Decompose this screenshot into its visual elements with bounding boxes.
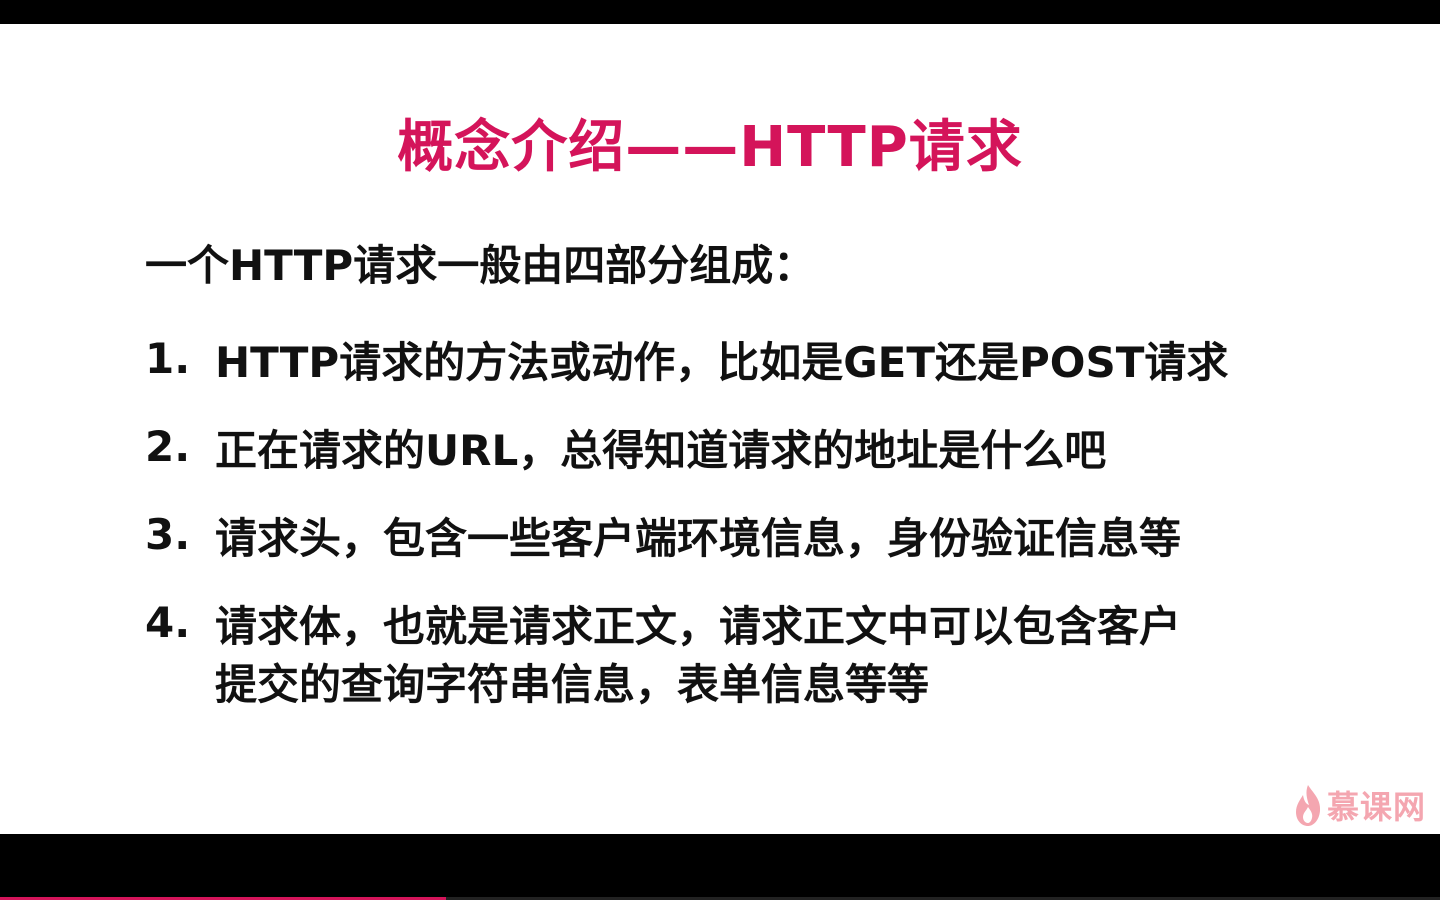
item-text: 正在请求的URL，总得知道请求的地址是什么吧: [215, 426, 1107, 475]
slide: 概念介绍——HTTP请求 一个HTTP请求一般由四部分组成： 1. HTTP请求…: [0, 24, 1440, 834]
item-number: 3.: [145, 510, 191, 559]
item-text: 请求体，也就是请求正文，请求正文中可以包含客户 提交的查询字符串信息，表单信息等…: [215, 602, 1182, 709]
slide-subtitle: 一个HTTP请求一般由四部分组成：: [145, 241, 816, 290]
brand-logo-text: 慕课网: [1326, 788, 1426, 826]
top-letterbox: [0, 0, 1440, 24]
item-text: HTTP请求的方法或动作，比如是GET还是POST请求: [215, 338, 1229, 387]
brand-logo: 慕课网: [1293, 782, 1426, 828]
bottom-letterbox: [0, 834, 1440, 900]
item-number: 1.: [145, 334, 191, 383]
item-text: 请求头，包含一些客户端环境信息，身份验证信息等: [215, 514, 1182, 563]
item-number: 4.: [145, 598, 191, 647]
slide-title: 概念介绍——HTTP请求: [397, 115, 1023, 180]
item-number: 2.: [145, 422, 191, 471]
flame-icon: [1295, 785, 1321, 826]
